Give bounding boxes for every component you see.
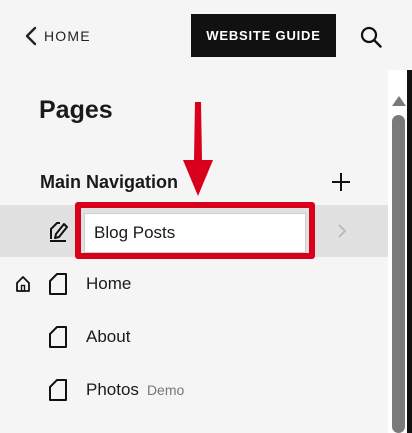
window-edge — [407, 70, 412, 433]
scrollbar-thumb[interactable] — [392, 115, 405, 433]
nav-item-label-text: Photos — [86, 380, 139, 399]
edit-page-icon — [50, 222, 68, 242]
page-icon — [49, 379, 67, 401]
panel-title: Pages — [39, 96, 113, 124]
page-icon — [49, 326, 67, 348]
section-label: Main Navigation — [40, 172, 179, 192]
nav-item-photos[interactable]: Photos Demo — [0, 364, 388, 416]
search-icon[interactable] — [359, 25, 383, 49]
nav-item-label: Photos Demo — [86, 380, 184, 400]
nav-item-blog-posts[interactable]: Blog Posts — [0, 205, 388, 257]
plus-icon[interactable] — [330, 171, 352, 193]
nav-item-about[interactable]: About — [0, 311, 388, 363]
scroll-up-arrow-icon[interactable] — [391, 95, 407, 107]
page-title-input[interactable]: Blog Posts — [84, 213, 306, 253]
nav-item-label: Home — [86, 274, 132, 293]
page-icon — [49, 273, 67, 295]
chevron-left-icon — [25, 26, 37, 46]
pages-panel: Pages Main Navigation Blog Posts Home Ab… — [0, 70, 388, 433]
chevron-right-icon[interactable] — [336, 221, 348, 241]
back-label: HOME — [44, 28, 91, 44]
home-icon — [16, 276, 30, 292]
nav-item-home[interactable]: Home — [0, 258, 388, 310]
back-home-link[interactable]: HOME — [24, 24, 91, 48]
top-bar: HOME WEBSITE GUIDE — [0, 0, 412, 70]
demo-tag: Demo — [146, 382, 185, 398]
nav-item-label: About — [86, 327, 131, 346]
website-guide-button[interactable]: WEBSITE GUIDE — [191, 14, 336, 57]
